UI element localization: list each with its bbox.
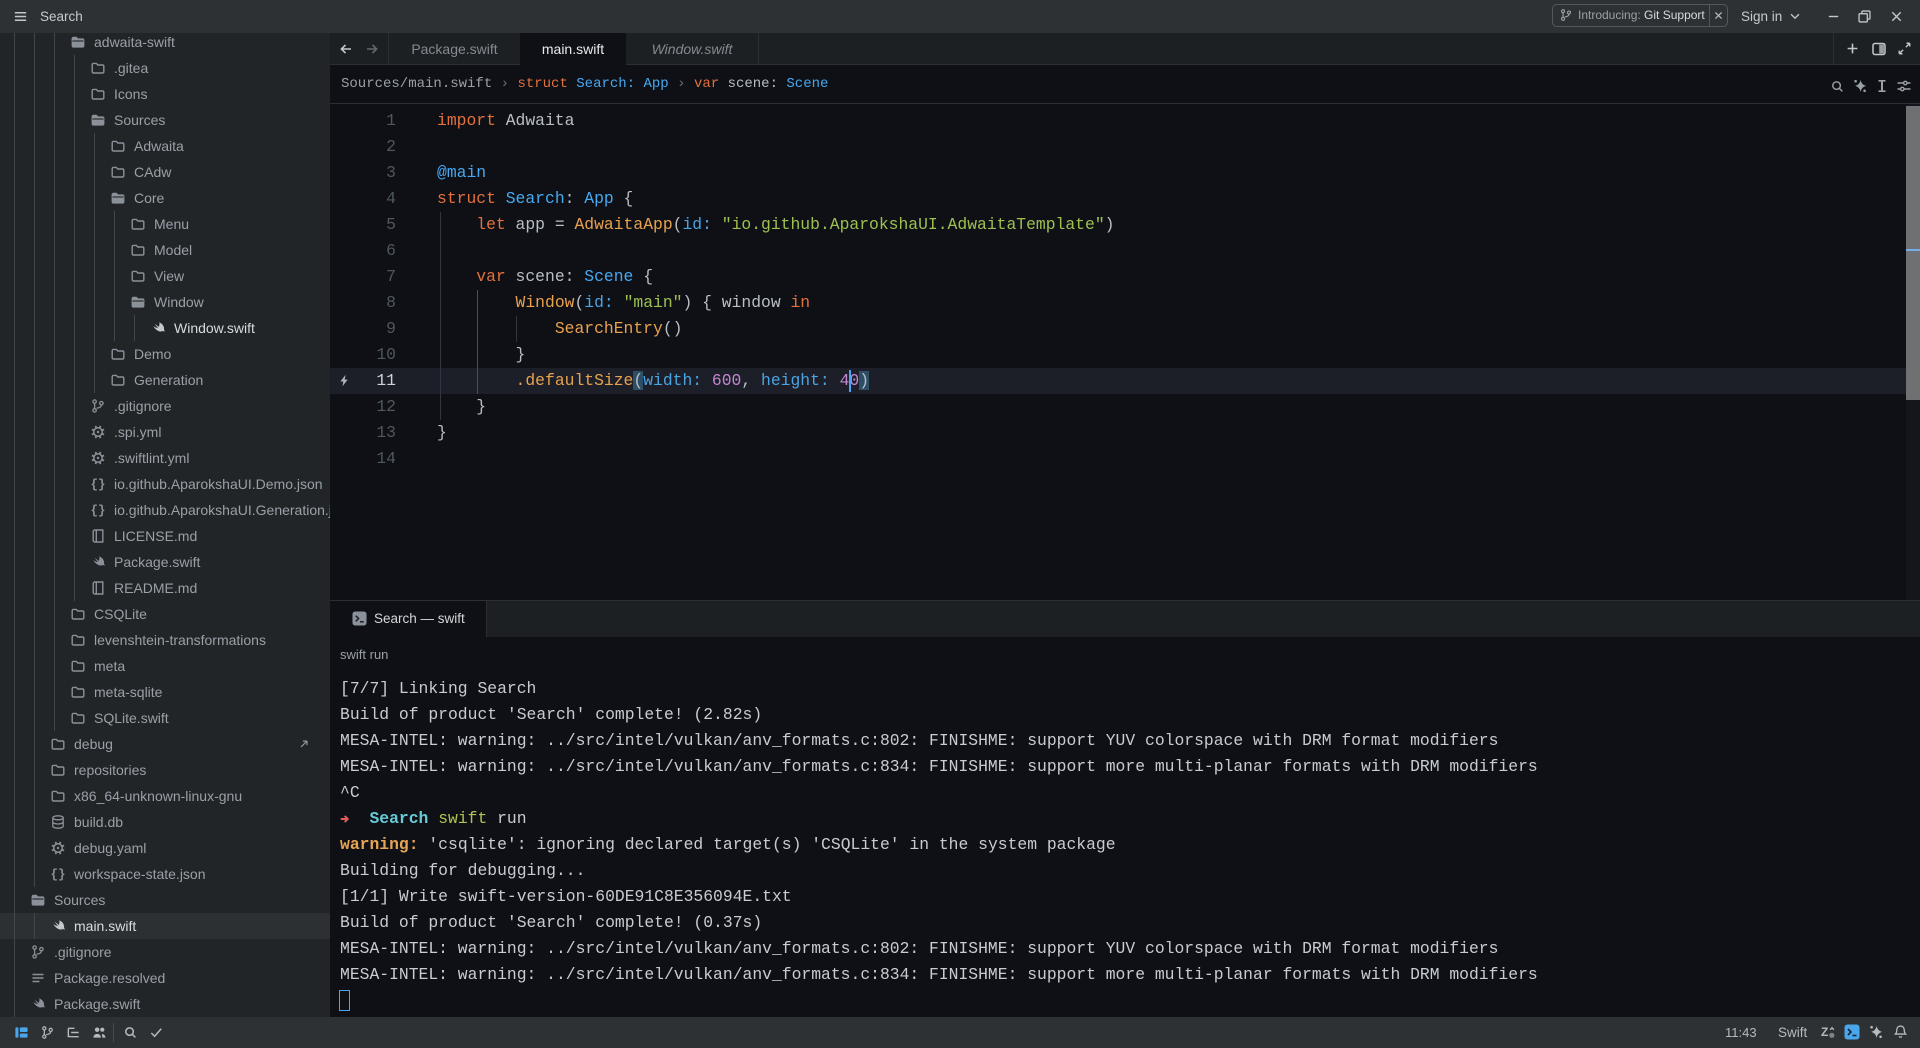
svg-text:{}: {} — [50, 868, 65, 882]
svg-text:{}: {} — [90, 504, 105, 518]
svg-text:Z: Z — [1821, 1025, 1828, 1039]
svg-text:{}: {} — [90, 478, 105, 492]
